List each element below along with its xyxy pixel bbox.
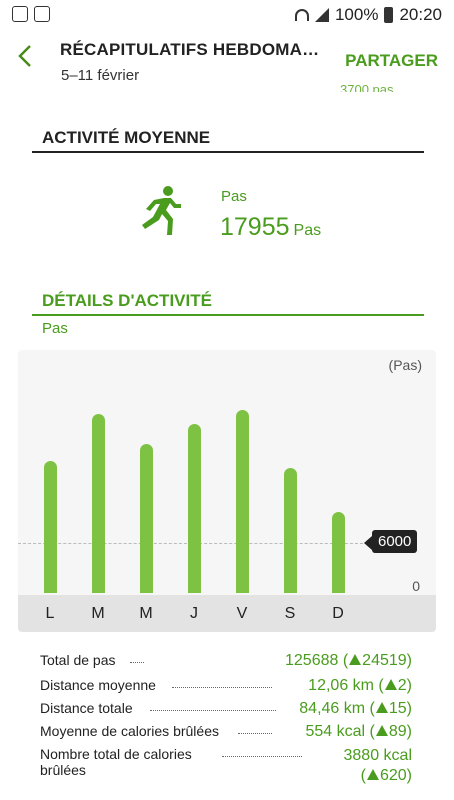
chart-bar[interactable] [44, 461, 57, 593]
dot-leader [238, 725, 272, 734]
stat-value-text: 84,46 km ( [299, 700, 375, 717]
stat-value: 554 kcal ( 89) [306, 723, 413, 741]
stat-delta: 620) [379, 767, 412, 784]
wifi-icon [294, 9, 309, 21]
average-steps-unit: Pas [293, 222, 322, 239]
steps-label: Pas [221, 188, 247, 205]
running-person-icon [142, 186, 181, 235]
average-activity-heading: ACTIVITÉ MOYENNE [42, 128, 211, 147]
goal-tag: 6000 [363, 530, 418, 553]
stat-value: 84,46 km ( 15) [299, 700, 412, 718]
up-triangle-icon [384, 679, 397, 690]
chart-bar[interactable] [332, 512, 345, 593]
stat-delta: 15) [388, 700, 412, 717]
stat-value-text: 554 kcal ( [305, 723, 375, 740]
share-button[interactable]: PARTAGER [345, 51, 438, 71]
up-triangle-icon [349, 654, 362, 665]
stat-delta: 24519) [362, 652, 412, 669]
x-tick-label: V [236, 605, 248, 622]
chart-bar[interactable] [92, 414, 105, 593]
stat-label: Distance moyenne [40, 677, 156, 693]
status-right: 100% 20:20 [294, 5, 442, 25]
dollar-icon [34, 6, 50, 22]
dot-leader [150, 702, 276, 711]
up-triangle-icon [375, 702, 388, 713]
stat-value-text: ( [360, 767, 366, 784]
zero-tick-label: 0 [412, 578, 420, 594]
stat-avg-distance: Distance moyenne 12,06 km ( 2) [40, 677, 412, 697]
battery-icon [384, 7, 394, 23]
stat-total-steps: Total de pas 125688 ( 24519) [40, 652, 412, 672]
stat-label: Moyenne de calories brûlées [40, 723, 219, 739]
dot-leader [172, 679, 272, 688]
dot-leader [130, 654, 144, 663]
x-tick-label: D [332, 605, 344, 622]
x-tick-label: M [139, 605, 153, 622]
stat-value: 125688 ( 24519) [285, 652, 412, 670]
up-triangle-icon [366, 769, 379, 780]
page-title: RÉCAPITULATIFS HEBDOMA… [60, 40, 320, 59]
steps-chart[interactable]: (Pas) 6000 0 L M M J V S D [18, 350, 436, 632]
date-range: 5–11 février [61, 67, 140, 84]
stat-delta: 2) [397, 677, 412, 694]
stat-label: Total de pas [40, 652, 116, 668]
clock: 20:20 [399, 5, 442, 24]
activity-details-heading: DÉTAILS D'ACTIVITÉ [42, 291, 212, 310]
stat-value-text: 125688 ( [285, 652, 349, 669]
stat-label-line2: brûlées [40, 762, 86, 778]
dot-leader [222, 748, 302, 757]
cutoff-text: 3700 pas [340, 82, 394, 92]
x-tick-label: L [45, 605, 55, 622]
stat-value: 12,06 km ( 2) [308, 677, 412, 695]
average-activity-divider [32, 151, 424, 153]
picture-icon [12, 6, 28, 22]
chart-bar[interactable] [140, 444, 153, 593]
activity-details-divider [32, 314, 424, 316]
back-arrow-icon[interactable] [18, 44, 38, 74]
battery-percent: 100% [334, 5, 379, 24]
x-tick-label: M [91, 605, 105, 622]
stat-label-line1: Nombre total de calories [40, 746, 192, 762]
stat-label: Distance totale [40, 700, 133, 716]
x-axis-strip [18, 595, 436, 632]
stat-value: 3880 kcal (620) [344, 746, 413, 786]
stat-value-text: 12,06 km ( [308, 677, 384, 694]
up-triangle-icon [375, 725, 388, 736]
stat-label: Nombre total de calories brûlées [40, 746, 192, 778]
stat-total-distance: Distance totale 84,46 km ( 15) [40, 700, 412, 720]
average-steps-value: 17955 [220, 213, 290, 241]
signal-icon [314, 8, 329, 22]
chart-bar[interactable] [188, 424, 201, 593]
chart-bar[interactable] [236, 410, 249, 593]
x-tick-label: J [190, 605, 198, 622]
stat-total-calories: Nombre total de calories brûlées 3880 kca… [40, 746, 412, 788]
chart-bar[interactable] [284, 468, 297, 593]
stat-avg-calories: Moyenne de calories brûlées 554 kcal ( 89… [40, 723, 412, 743]
average-steps: 17955 Pas [220, 213, 321, 242]
chart-unit-label: (Pas) [388, 357, 422, 373]
stat-delta: 89) [388, 723, 412, 740]
status-bar: 100% 20:20 [0, 0, 454, 30]
details-metric-label: Pas [42, 320, 68, 337]
x-tick-label: S [284, 605, 296, 622]
stat-value-line1: 3880 kcal [343, 747, 413, 764]
